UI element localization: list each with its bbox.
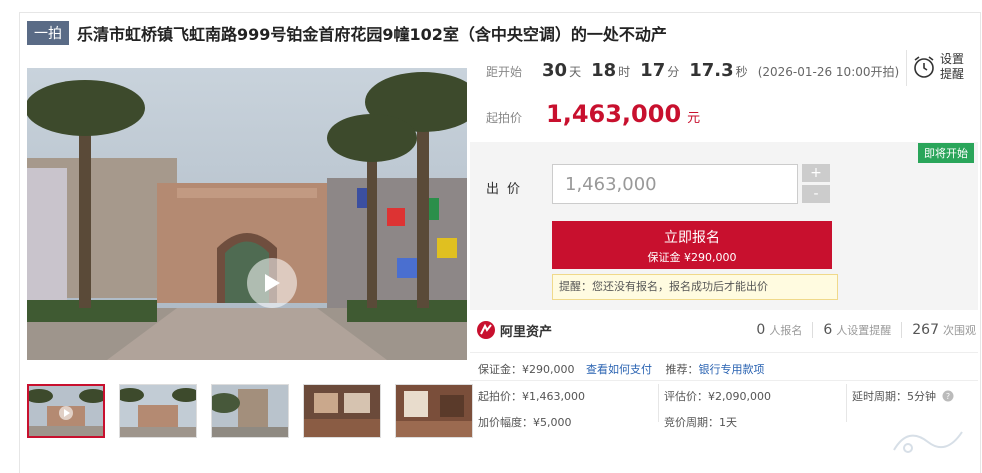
title-row: 一拍 乐清市虹桥镇飞虹南路999号铂金首府花园9幢102室（含中央空调）的一处不… [27, 21, 667, 45]
divider [846, 384, 847, 422]
watermark-logo [893, 431, 963, 453]
eval-price-info: 评估价：¥2,090,000 [664, 388, 771, 404]
delay-info: 延时周期： 5分钟 ? [852, 388, 954, 404]
deposit-value: ¥290,000 [522, 363, 575, 376]
play-icon [265, 274, 280, 292]
start-time: (2026-01-26 10:00开拍) [757, 65, 900, 79]
how-to-pay-link[interactable]: 查看如何支付 [586, 363, 652, 376]
start-price-label: 起拍价 [486, 111, 523, 125]
deposit-label: 保证金： [478, 363, 522, 376]
countdown: 距开始 30 天 18 时 17 分 17.3 秒 (2026-01-26 10… [486, 60, 899, 81]
start-price-row: 起拍价 1,463,000 元 [486, 100, 700, 128]
stat-value: 0 [756, 322, 766, 338]
start-price-detail-label: 起拍价： [478, 390, 522, 403]
countdown-days: 30 [542, 60, 568, 81]
register-tip: 提醒：您还没有报名，报名成功后才能出价 [552, 274, 838, 300]
stat-label: 人报名 [769, 324, 803, 337]
deposit-sublabel: 保证金 ¥290,000 [647, 251, 737, 264]
stat-value: 267 [912, 322, 939, 338]
stat-label: 人设置提醒 [836, 324, 892, 337]
start-price-info: 起拍价：¥1,463,000 [478, 388, 585, 404]
apply-now-label: 立即报名 [664, 230, 720, 246]
start-price-unit: 元 [687, 111, 701, 126]
bid-label: 出价 [486, 182, 529, 197]
countdown-seconds: 17.3 [689, 60, 734, 81]
recommend-label: 推荐： [665, 363, 699, 376]
svg-text:?: ? [946, 392, 950, 401]
platform-name: 阿里资产 [500, 324, 553, 340]
bid-cycle-label: 竞价周期： [664, 416, 719, 429]
eval-price-value: ¥2,090,000 [708, 390, 771, 403]
countdown-label: 距开始 [486, 65, 523, 79]
stat-label: 次围观 [943, 324, 976, 337]
apply-now-button[interactable]: 立即报名 保证金 ¥290,000 [552, 221, 832, 269]
page-title: 乐清市虹桥镇飞虹南路999号铂金首府花园9幢102室（含中央空调）的一处不动产 [77, 25, 667, 44]
bid-input[interactable]: 1,463,000 [552, 164, 798, 204]
thumbnail-image[interactable] [395, 384, 473, 438]
stats: 0 人报名 6 人设置提醒 267 次围观 [756, 322, 976, 338]
bid-panel: 即将开始 出价 1,463,000 + - 立即报名 保证金 ¥290,000 … [470, 142, 978, 310]
stats-row: 阿里资产 0 人报名 6 人设置提醒 267 次围观 [476, 318, 976, 342]
countdown-hours: 18 [591, 60, 617, 81]
countdown-days-unit: 天 [569, 65, 582, 79]
countdown-hours-unit: 时 [618, 65, 631, 79]
bid-cycle-value: 1天 [719, 416, 737, 429]
ali-assets-logo: 阿里资产 [476, 320, 552, 340]
countdown-seconds-unit: 秒 [735, 65, 748, 79]
divider [901, 322, 903, 338]
start-price-detail-value: ¥1,463,000 [522, 390, 585, 403]
increment-label: 加价幅度： [478, 416, 533, 429]
help-icon[interactable]: ? [942, 390, 954, 402]
eval-price-label: 评估价： [664, 390, 708, 403]
set-reminder-button[interactable]: 设置提醒 [912, 52, 966, 82]
increment-value: ¥5,000 [533, 416, 572, 429]
delay-label: 延时周期： [852, 390, 907, 403]
thumbnail-strip [27, 384, 473, 438]
delay-value: 5分钟 [907, 390, 936, 403]
bid-cycle-info: 竞价周期：1天 [664, 414, 737, 430]
countdown-minutes: 17 [640, 60, 666, 81]
decrease-bid-button[interactable]: - [802, 185, 830, 203]
status-badge: 即将开始 [918, 143, 974, 163]
start-price-value: 1,463,000 [546, 100, 682, 128]
divider [470, 380, 978, 381]
thumbnail-video[interactable] [27, 384, 105, 438]
thumbnail-image[interactable] [303, 384, 381, 438]
main-video[interactable] [27, 68, 467, 360]
recommend-link[interactable]: 银行专用款项 [699, 363, 765, 376]
divider [906, 50, 907, 86]
auction-type-tag: 一拍 [27, 21, 69, 45]
countdown-minutes-unit: 分 [667, 65, 680, 79]
deposit-info: 保证金：¥290,000 查看如何支付 推荐：银行专用款项 [478, 361, 765, 377]
play-button[interactable] [247, 258, 297, 308]
divider [658, 384, 659, 422]
divider [470, 352, 978, 353]
thumbnail-image[interactable] [211, 384, 289, 438]
divider [812, 322, 814, 338]
alarm-clock-icon [914, 56, 934, 78]
increment-info: 加价幅度：¥5,000 [478, 414, 572, 430]
set-reminder-label: 设置提醒 [940, 52, 965, 81]
thumbnail-image[interactable] [119, 384, 197, 438]
stat-value: 6 [823, 322, 833, 338]
property-photo [27, 68, 467, 360]
increase-bid-button[interactable]: + [802, 164, 830, 182]
ali-assets-logo-icon [477, 321, 495, 339]
